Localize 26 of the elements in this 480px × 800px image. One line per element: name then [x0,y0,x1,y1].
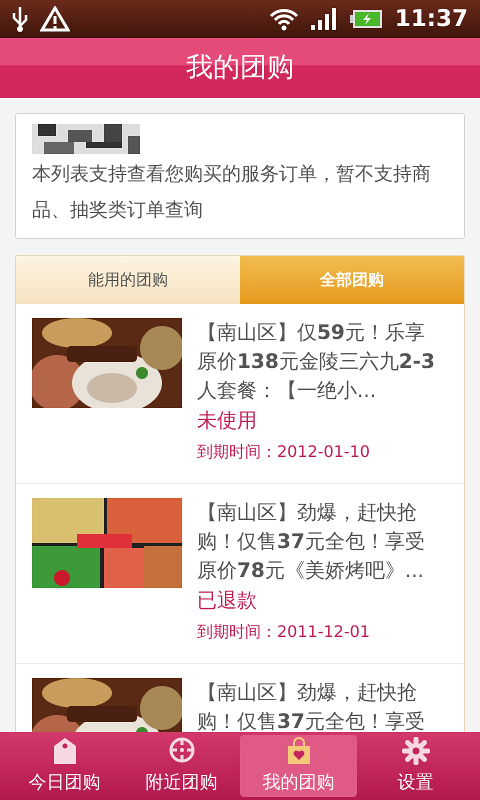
nav-tab[interactable]: 附近团购 [123,735,240,797]
deal-item[interactable]: 【南山区】劲爆，赶快抢购！仅售37元全包！享受原价78元《美娇烤吧》... 已退款 到期时间：2011-12-01 [16,484,464,664]
order-status: 未使用 [197,407,258,434]
battery-icon [348,9,383,29]
usb-icon [12,6,28,32]
expiry-date: 到期时间：2012-01-10 [197,441,371,463]
tag-icon [52,736,76,764]
signal-icon [310,8,337,30]
deal-title: 【南山区】劲爆，赶快抢购！仅售37元全包！享受 [197,679,426,732]
deal-title: 【南山区】仅59元！乐享原价138元金陵三六九2-3人套餐：【一绝小... [197,319,436,404]
deal-title: 【南山区】劲爆，赶快抢购！仅售37元全包！享受原价78元《美娇烤吧》... [197,499,426,584]
nav-tab[interactable]: 我的团购 [240,735,357,797]
window-title: 我的团购 [186,50,294,85]
settings-icon [402,736,430,764]
warning-icon [40,6,70,32]
deal-item[interactable]: 【南山区】仅59元！乐享原价138元金陵三六九2-3人套餐：【一绝小... 未使用 到期时间：2012-01-10 [16,304,464,484]
wifi-icon [268,7,299,31]
tab[interactable]: 能用的团购 [16,256,240,304]
nav-tab[interactable]: 设置 [357,735,474,797]
clock: 11:37 [394,4,468,34]
target-icon [168,736,196,764]
notice-text: 本列表支持查看您购买的服务订单，暂不支持商品、抽奖类订单查询 [32,162,432,223]
nav-tab[interactable]: 今日团购 [6,735,123,797]
shopping-bag-icon [286,736,310,764]
order-status: 已退款 [197,587,258,614]
expiry-date: 到期时间：2011-12-01 [197,621,371,643]
